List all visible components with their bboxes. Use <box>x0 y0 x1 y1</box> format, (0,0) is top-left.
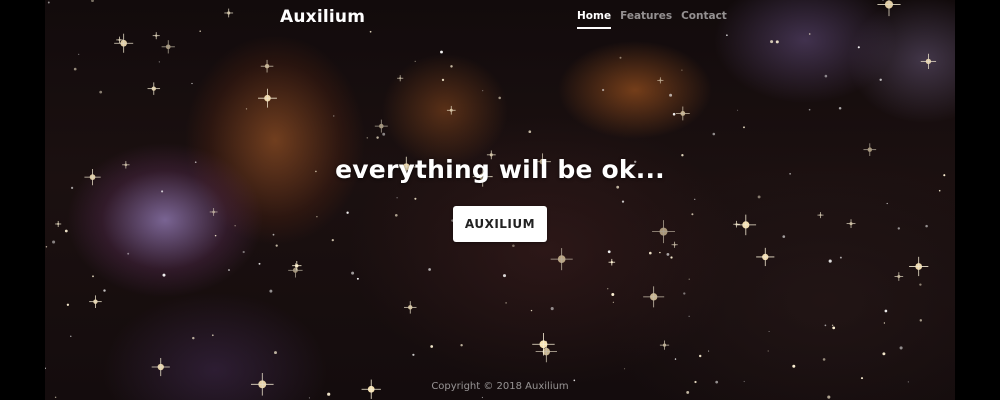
brand-logo[interactable]: Auxilium <box>280 7 365 27</box>
hero-section: everything will be ok... AUXILIUM <box>0 155 1000 242</box>
nav-menu: Home Features Contact <box>577 10 727 29</box>
top-navbar: Auxilium Home Features Contact <box>0 0 1000 34</box>
nav-link-features[interactable]: Features <box>620 10 672 29</box>
nav-link-home[interactable]: Home <box>577 10 612 29</box>
auxilium-button[interactable]: AUXILIUM <box>453 206 547 242</box>
hero-headline: everything will be ok... <box>335 155 665 184</box>
footer-copyright: Copyright © 2018 Auxilium <box>431 381 569 392</box>
browser-frame: Auxilium Home Features Contact everythin… <box>0 0 1000 400</box>
nav-link-contact[interactable]: Contact <box>681 10 727 29</box>
